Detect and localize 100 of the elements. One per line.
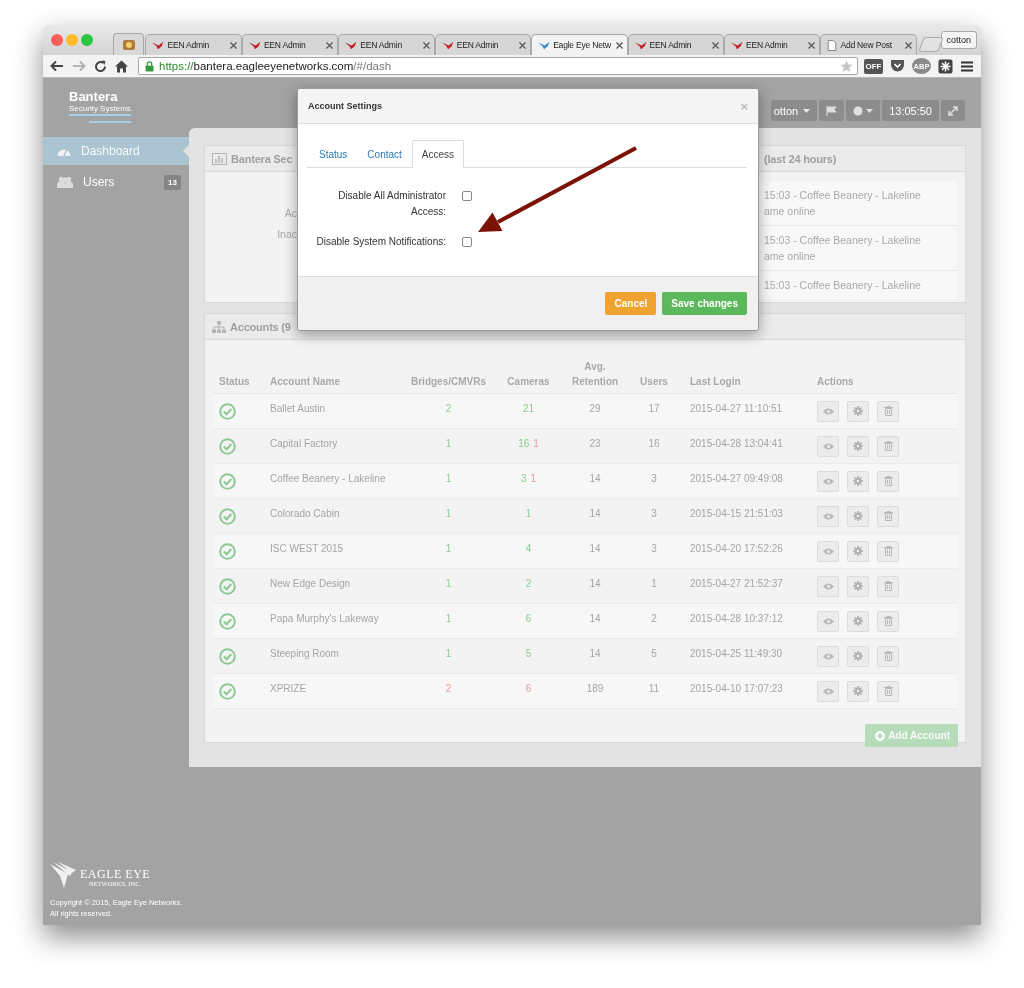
table-cell-text: Colorado Cabin bbox=[269, 507, 341, 519]
close-icon[interactable] bbox=[808, 41, 816, 49]
pocket-icon[interactable] bbox=[890, 59, 905, 73]
view-button[interactable] bbox=[817, 575, 839, 597]
delete-button[interactable] bbox=[877, 575, 899, 597]
browser-tab[interactable]: EEN Admin bbox=[627, 34, 724, 55]
view-button[interactable] bbox=[817, 505, 839, 527]
delete-button[interactable] bbox=[877, 470, 899, 492]
delete-button[interactable] bbox=[877, 680, 899, 702]
flag-button[interactable] bbox=[819, 100, 845, 121]
browser-tab[interactable]: EEN Admin bbox=[338, 34, 435, 55]
view-button[interactable] bbox=[817, 610, 839, 632]
trash-icon bbox=[883, 616, 893, 626]
close-icon[interactable] bbox=[615, 41, 623, 49]
puzzle-icon[interactable] bbox=[938, 58, 953, 74]
back-icon[interactable] bbox=[50, 60, 64, 72]
close-icon[interactable] bbox=[229, 41, 237, 49]
settings-button[interactable] bbox=[847, 540, 869, 562]
dialog-tab[interactable]: Status bbox=[309, 140, 358, 168]
zoom-window-button[interactable] bbox=[81, 34, 93, 46]
dialog-tab[interactable]: Access bbox=[411, 140, 465, 168]
profile-button[interactable]: cotton bbox=[940, 31, 978, 49]
tab-title: EEN Admin bbox=[167, 40, 211, 50]
notification-text: 15:03 - Coffee Beanery - Lakeline bbox=[764, 233, 922, 248]
settings-button[interactable] bbox=[847, 645, 869, 667]
eagle-wing-icon bbox=[50, 862, 78, 888]
browser-tab[interactable]: EEN Admin bbox=[724, 34, 821, 55]
star-icon[interactable] bbox=[840, 59, 853, 73]
eye-icon bbox=[822, 652, 834, 660]
table-cell-text: 14 bbox=[588, 472, 602, 484]
lock-icon bbox=[145, 60, 154, 72]
view-button[interactable] bbox=[817, 540, 839, 562]
close-icon[interactable] bbox=[422, 41, 430, 49]
address-field[interactable]: https://bantera.eagleeyenetworks.com/#/dash bbox=[138, 57, 858, 75]
delete-button[interactable] bbox=[877, 400, 899, 422]
settings-button[interactable] bbox=[847, 680, 869, 702]
eye-icon bbox=[822, 477, 834, 485]
table-cell-text: 14 bbox=[588, 577, 602, 589]
browser-tab[interactable]: Eagle Eye Netw bbox=[531, 34, 628, 55]
count-badge: 13 bbox=[164, 174, 181, 190]
clock-text: 13:05:50 bbox=[882, 100, 939, 121]
close-icon[interactable] bbox=[904, 41, 912, 49]
reload-icon[interactable] bbox=[94, 59, 107, 73]
camera-count: 6 bbox=[525, 612, 532, 624]
view-button[interactable] bbox=[817, 680, 839, 702]
settings-button[interactable] bbox=[847, 470, 869, 492]
checkbox[interactable] bbox=[462, 237, 472, 247]
delete-button[interactable] bbox=[877, 540, 899, 562]
delete-button[interactable] bbox=[877, 645, 899, 667]
close-icon[interactable] bbox=[326, 41, 334, 49]
table-cell-text: 1 bbox=[444, 472, 453, 484]
bird-icon bbox=[731, 40, 743, 50]
browser-tab[interactable]: EEN Admin bbox=[145, 34, 242, 55]
globe-button[interactable] bbox=[846, 100, 881, 121]
new-tab-button[interactable] bbox=[918, 37, 944, 52]
eye-icon bbox=[822, 687, 834, 695]
browser-tab[interactable]: EEN Admin bbox=[241, 34, 339, 55]
settings-button[interactable] bbox=[847, 435, 869, 457]
delete-button[interactable] bbox=[877, 505, 899, 527]
app-icon bbox=[121, 37, 136, 52]
column-header: Last Login bbox=[689, 375, 742, 389]
extension-button[interactable]: OFF bbox=[864, 58, 883, 74]
camera-count: 2 bbox=[525, 577, 532, 589]
column-header: Avg. Retention bbox=[571, 360, 620, 389]
gear-icon bbox=[853, 581, 863, 591]
table-cell-text: Coffee Beanery - Lakeline bbox=[269, 472, 387, 484]
brand-tagline: Security Systems bbox=[69, 104, 132, 113]
url-text: https://bantera.eagleeyenetworks.com/#/dash bbox=[159, 60, 393, 72]
view-button[interactable] bbox=[817, 645, 839, 667]
table-cell-text: 2 bbox=[444, 402, 453, 414]
user-menu-button[interactable]: otton bbox=[770, 100, 818, 121]
bird-icon bbox=[538, 40, 551, 50]
table-cell-text: 14 bbox=[588, 612, 602, 624]
settings-button[interactable] bbox=[847, 505, 869, 527]
dialog-tab[interactable]: Contact bbox=[357, 140, 412, 168]
close-icon[interactable] bbox=[712, 41, 719, 49]
table-cell-text: 2015-04-27 21:52:37 bbox=[689, 577, 784, 589]
minimize-window-button[interactable] bbox=[66, 34, 78, 46]
delete-button[interactable] bbox=[877, 610, 899, 632]
view-button[interactable] bbox=[817, 470, 839, 492]
view-button[interactable] bbox=[817, 400, 839, 422]
menu-icon[interactable] bbox=[961, 60, 973, 72]
settings-button[interactable] bbox=[847, 400, 869, 422]
table-cell-text: 2015-04-25 11:49:30 bbox=[689, 647, 784, 659]
settings-button[interactable] bbox=[847, 575, 869, 597]
close-icon[interactable] bbox=[519, 41, 527, 49]
table-cell-text: 2015-04-28 13:04:41 bbox=[689, 437, 784, 449]
browser-tab[interactable]: Add New Post bbox=[820, 34, 917, 55]
delete-button[interactable] bbox=[877, 435, 899, 457]
settings-button[interactable] bbox=[847, 610, 869, 632]
fullscreen-button[interactable] bbox=[941, 100, 965, 121]
table-cell-text: 1 bbox=[444, 612, 453, 624]
gear-icon bbox=[853, 616, 863, 626]
sidebar-item[interactable]: Users 13 bbox=[43, 168, 189, 196]
view-button[interactable] bbox=[817, 435, 839, 457]
home-icon[interactable] bbox=[115, 59, 128, 73]
tab-title: EEN Admin bbox=[263, 40, 307, 50]
browser-tab[interactable]: EEN Admin bbox=[434, 34, 532, 55]
checkbox[interactable] bbox=[462, 191, 472, 201]
close-window-button[interactable] bbox=[51, 34, 63, 46]
